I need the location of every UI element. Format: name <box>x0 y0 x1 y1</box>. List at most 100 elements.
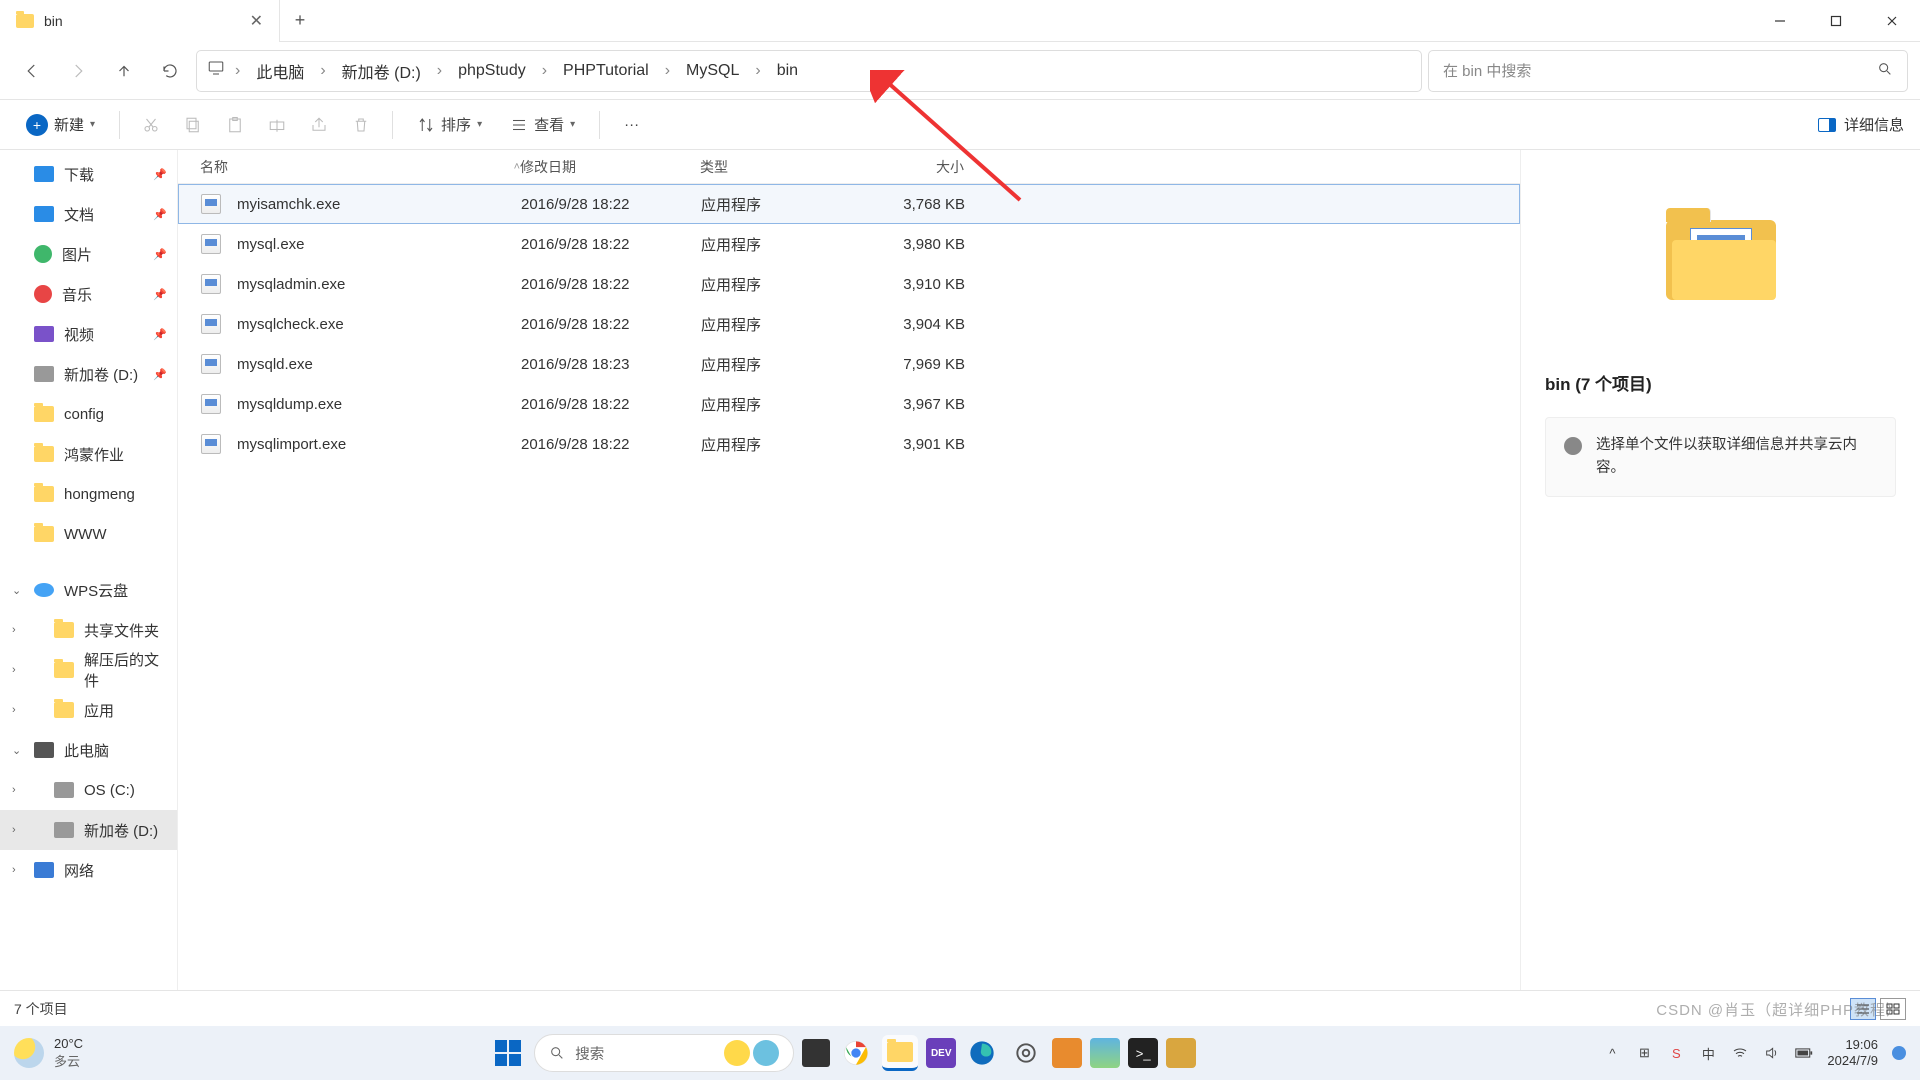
sidebar-item[interactable]: 视频📌 <box>0 314 177 354</box>
taskbar-search[interactable]: 搜索 <box>534 1034 794 1072</box>
cut-button[interactable] <box>134 110 168 140</box>
search-icon <box>1877 61 1893 81</box>
sidebar-item[interactable]: hongmeng <box>0 474 177 514</box>
sidebar-item[interactable]: ›应用 <box>0 690 177 730</box>
sidebar-item[interactable]: 鸿蒙作业 <box>0 434 177 474</box>
paste-button[interactable] <box>218 110 252 140</box>
app-icon[interactable] <box>1090 1038 1120 1068</box>
details-toggle-button[interactable]: 详细信息 <box>1818 114 1904 135</box>
breadcrumb-item[interactable]: 此电脑 <box>250 55 310 87</box>
breadcrumb-item[interactable]: MySQL <box>680 58 745 84</box>
search-extra-icon <box>724 1040 779 1066</box>
sidebar-item[interactable]: 音乐📌 <box>0 274 177 314</box>
breadcrumb-item[interactable]: 新加卷 (D:) <box>336 55 427 87</box>
breadcrumb-item[interactable]: phpStudy <box>452 58 532 84</box>
chrome-app-icon[interactable] <box>838 1035 874 1071</box>
close-button[interactable] <box>1864 0 1920 42</box>
column-type[interactable]: 类型 <box>700 157 850 177</box>
minimize-button[interactable] <box>1752 0 1808 42</box>
file-row[interactable]: mysqladmin.exe2016/9/28 18:22应用程序3,910 K… <box>178 264 1520 304</box>
file-row[interactable]: mysql.exe2016/9/28 18:22应用程序3,980 KB <box>178 224 1520 264</box>
tab-close-button[interactable]: ✕ <box>250 11 263 31</box>
share-button[interactable] <box>302 110 336 140</box>
up-button[interactable] <box>104 51 144 91</box>
notifications-icon[interactable] <box>1892 1046 1906 1060</box>
sidebar-item[interactable]: ›OS (C:) <box>0 770 177 810</box>
view-button[interactable]: 查看 ▾ <box>500 108 585 141</box>
system-tray[interactable]: ^ ⊞ S 中 19:06 2024/7/9 <box>1603 1037 1906 1068</box>
column-headers[interactable]: 名称˄ 修改日期 类型 大小 <box>178 150 1520 184</box>
app-icon[interactable] <box>1166 1038 1196 1068</box>
file-row[interactable]: mysqlcheck.exe2016/9/28 18:22应用程序3,904 K… <box>178 304 1520 344</box>
breadcrumb-item[interactable]: PHPTutorial <box>557 58 655 84</box>
battery-icon[interactable] <box>1795 1044 1813 1062</box>
terminal-app-icon[interactable]: >_ <box>1128 1038 1158 1068</box>
exe-icon <box>201 234 221 254</box>
column-size[interactable]: 大小 <box>850 157 980 177</box>
task-view-button[interactable] <box>802 1039 830 1067</box>
sidebar-item[interactable]: ›共享文件夹 <box>0 610 177 650</box>
sidebar-item[interactable]: 图片📌 <box>0 234 177 274</box>
sidebar-pc[interactable]: ⌄ 此电脑 <box>0 730 177 770</box>
tray-app-icon[interactable]: ⊞ <box>1635 1044 1653 1062</box>
file-row[interactable]: mysqlimport.exe2016/9/28 18:22应用程序3,901 … <box>178 424 1520 464</box>
disk-icon <box>54 822 74 838</box>
settings-app-icon[interactable] <box>1008 1035 1044 1071</box>
dev-app-icon[interactable]: DEV <box>926 1038 956 1068</box>
exe-icon <box>201 314 221 334</box>
file-row[interactable]: myisamchk.exe2016/9/28 18:22应用程序3,768 KB <box>178 184 1520 224</box>
wifi-icon[interactable] <box>1731 1044 1749 1062</box>
rename-button[interactable] <box>260 110 294 140</box>
column-name[interactable]: 名称˄ <box>200 157 520 177</box>
chevron-down-icon: ⌄ <box>12 584 21 597</box>
sidebar-network[interactable]: › 网络 <box>0 850 177 890</box>
tray-app-icon[interactable]: S <box>1667 1044 1685 1062</box>
explorer-app-icon[interactable] <box>882 1035 918 1071</box>
folder-icon <box>54 622 74 638</box>
watermark: CSDN @肖玉（超详细PHP教程） <box>1656 999 1902 1020</box>
file-row[interactable]: mysqld.exe2016/9/28 18:23应用程序7,969 KB <box>178 344 1520 384</box>
chevron-down-icon: ▾ <box>570 119 575 130</box>
sidebar-wps[interactable]: ⌄ WPS云盘 <box>0 570 177 610</box>
cloud-icon <box>34 583 54 597</box>
tray-overflow-icon[interactable]: ^ <box>1603 1044 1621 1062</box>
sidebar-item[interactable]: ›新加卷 (D:) <box>0 810 177 850</box>
exe-icon <box>201 354 221 374</box>
ime-icon[interactable]: 中 <box>1699 1044 1717 1062</box>
titlebar: bin ✕ + <box>0 0 1920 42</box>
taskbar[interactable]: 20°C 多云 搜索 DEV >_ ^ ⊞ S 中 19:06 2024/7/9 <box>0 1026 1920 1080</box>
new-button[interactable]: + 新建 ▾ <box>16 108 105 142</box>
window-tab[interactable]: bin ✕ <box>0 0 280 42</box>
breadcrumb[interactable]: › 此电脑 › 新加卷 (D:) › phpStudy › PHPTutoria… <box>196 50 1422 92</box>
volume-icon[interactable] <box>1763 1044 1781 1062</box>
search-input[interactable]: 在 bin 中搜索 <box>1428 50 1908 92</box>
edge-app-icon[interactable] <box>964 1035 1000 1071</box>
sidebar-item[interactable]: 下载📌 <box>0 154 177 194</box>
new-tab-button[interactable]: + <box>280 10 320 31</box>
folder-icon <box>34 486 54 502</box>
maximize-button[interactable] <box>1808 0 1864 42</box>
column-date[interactable]: 修改日期 <box>520 157 700 177</box>
sidebar-item[interactable]: 新加卷 (D:)📌 <box>0 354 177 394</box>
sidebar-item[interactable]: WWW <box>0 514 177 554</box>
folder-icon <box>16 14 34 28</box>
sidebar-item[interactable]: 文档📌 <box>0 194 177 234</box>
forward-button[interactable] <box>58 51 98 91</box>
sidebar-item[interactable]: config <box>0 394 177 434</box>
weather-widget[interactable]: 20°C 多云 <box>14 1036 83 1070</box>
exe-icon <box>201 434 221 454</box>
clock[interactable]: 19:06 2024/7/9 <box>1827 1037 1878 1068</box>
breadcrumb-item[interactable]: bin <box>771 58 804 84</box>
more-button[interactable]: ··· <box>614 110 649 139</box>
start-button[interactable] <box>490 1035 526 1071</box>
sidebar[interactable]: 下载📌文档📌图片📌音乐📌视频📌新加卷 (D:)📌config鸿蒙作业hongme… <box>0 150 178 990</box>
delete-button[interactable] <box>344 110 378 140</box>
back-button[interactable] <box>12 51 52 91</box>
copy-button[interactable] <box>176 110 210 140</box>
file-row[interactable]: mysqldump.exe2016/9/28 18:22应用程序3,967 KB <box>178 384 1520 424</box>
sort-button[interactable]: 排序 ▾ <box>407 108 492 141</box>
sidebar-item[interactable]: ›解压后的文件 <box>0 650 177 690</box>
details-title: bin (7 个项目) <box>1545 370 1896 395</box>
vm-app-icon[interactable] <box>1052 1038 1082 1068</box>
refresh-button[interactable] <box>150 51 190 91</box>
